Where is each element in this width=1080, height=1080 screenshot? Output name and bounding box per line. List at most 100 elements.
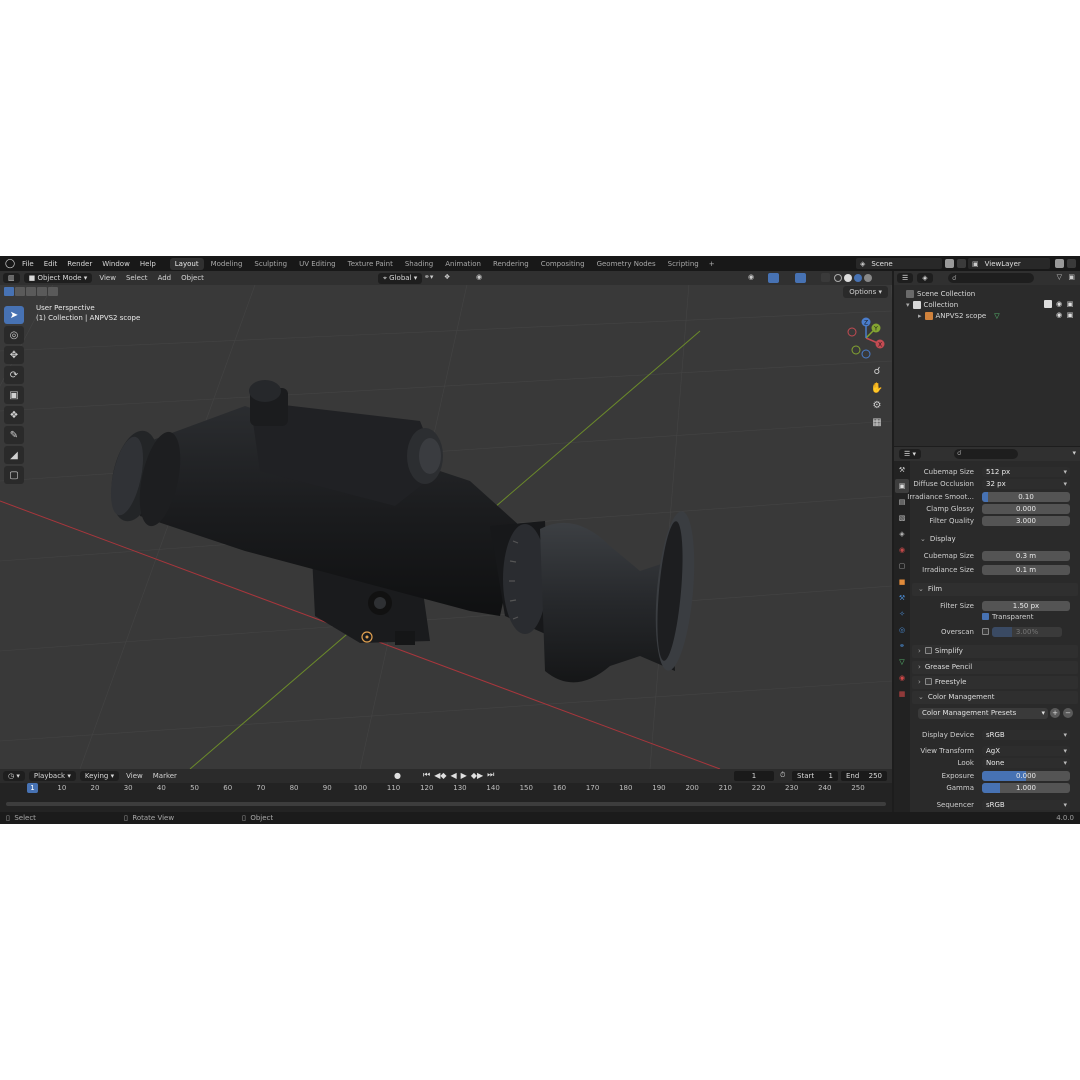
object-camera-icon[interactable]: ▣ — [1066, 311, 1074, 319]
collection-row[interactable]: ▾ Collection ◉ ▣ — [894, 299, 1080, 310]
pan-hand-icon[interactable]: ✋ — [868, 380, 886, 396]
color-management-presets-dropdown[interactable]: Color Management Presets ▾ — [918, 708, 1048, 719]
viewport-menu-object[interactable]: Object — [176, 273, 209, 283]
material-shading-icon[interactable] — [854, 274, 862, 282]
blender-logo-icon[interactable]: ◯ — [3, 256, 17, 271]
filter-icon[interactable]: ▽ — [1057, 273, 1062, 281]
tab-shading[interactable]: Shading — [400, 258, 438, 270]
view-layer-selector[interactable]: ▣ ViewLayer — [968, 258, 1050, 269]
film-panel-header[interactable]: ⌄ Film — [912, 583, 1078, 596]
tab-modeling[interactable]: Modeling — [206, 258, 248, 270]
object-mode-dropdown[interactable]: ■ Object Mode ▾ — [23, 273, 93, 283]
gamma-slider[interactable]: 1.000 — [982, 783, 1070, 793]
play-icon[interactable]: ▶ — [461, 771, 467, 780]
timeline-view-menu[interactable]: View — [121, 771, 148, 781]
display-subpanel-header[interactable]: ⌄ Display — [920, 533, 956, 545]
sequencer-dropdown[interactable]: sRGB ▾ — [982, 800, 1070, 810]
menu-render[interactable]: Render — [62, 260, 97, 268]
exclude-checkbox-icon[interactable] — [1044, 300, 1052, 308]
tab-scripting[interactable]: Scripting — [663, 258, 704, 270]
playback-menu[interactable]: Playback ▾ — [28, 771, 76, 781]
cursor-tool[interactable]: ◎ — [4, 326, 24, 344]
eye-icon[interactable]: ◉ — [1055, 300, 1063, 308]
diffuse-occlusion-dropdown[interactable]: 32 px ▾ — [982, 479, 1070, 489]
xray-icon[interactable] — [820, 273, 831, 284]
new-scene-icon[interactable] — [945, 259, 954, 268]
overscan-checkbox[interactable] — [982, 628, 989, 635]
world-tab-icon[interactable]: ◉ — [895, 543, 909, 557]
modifier-tab-icon[interactable]: ⚒ — [895, 591, 909, 605]
scene-tab-icon[interactable]: ◈ — [895, 527, 909, 541]
properties-options-icon[interactable]: ▾ — [1072, 449, 1076, 457]
camera-render-icon[interactable]: ▣ — [1066, 300, 1074, 308]
play-reverse-icon[interactable]: ◀ — [451, 771, 457, 780]
tool-tab-icon[interactable]: ⚒ — [895, 463, 909, 477]
navigation-gizmo[interactable]: X Y Z — [844, 316, 888, 360]
pivot-icon[interactable]: ⚭▾ — [424, 273, 433, 281]
overscan-field[interactable]: 3.00% — [992, 627, 1062, 637]
add-cube-tool[interactable]: ▢ — [4, 466, 24, 484]
freestyle-panel-header[interactable]: › Freestyle — [912, 676, 1078, 689]
options-button[interactable]: Options ▾ — [843, 286, 888, 298]
viewport-menu-add[interactable]: Add — [153, 273, 177, 283]
display-cubemap-field[interactable]: 0.3 m — [982, 551, 1070, 561]
menu-edit[interactable]: Edit — [39, 260, 63, 268]
render-tab-icon[interactable]: ▣ — [895, 479, 909, 493]
particles-tab-icon[interactable]: ✧ — [895, 607, 909, 621]
select-box-tool[interactable]: ➤ — [4, 306, 24, 324]
properties-editor-type[interactable]: ☰ ▾ — [899, 449, 922, 459]
view-layer-tab-icon[interactable]: ▧ — [895, 511, 909, 525]
record-icon[interactable]: ● — [394, 771, 401, 780]
camera-icon[interactable]: ⚙ — [868, 397, 886, 413]
outliner-search[interactable]: ☌ — [948, 273, 1034, 283]
remove-preset-icon[interactable]: − — [1063, 708, 1073, 718]
add-workspace-button[interactable]: + — [705, 260, 719, 268]
start-frame-field[interactable]: Start 1 — [792, 771, 838, 781]
exposure-slider[interactable]: 0.000 — [982, 771, 1070, 781]
measure-tool[interactable]: ◢ — [4, 446, 24, 464]
object-expand-icon[interactable]: ▸ — [918, 312, 922, 320]
gizmo-toggle-icon[interactable] — [768, 273, 779, 283]
grease-pencil-panel-header[interactable]: › Grease Pencil — [912, 661, 1078, 674]
physics-tab-icon[interactable]: ◎ — [895, 623, 909, 637]
clamp-glossy-field[interactable]: 0.000 — [982, 504, 1070, 514]
display-irradiance-field[interactable]: 0.1 m — [982, 565, 1070, 575]
tab-texture-paint[interactable]: Texture Paint — [343, 258, 398, 270]
end-frame-field[interactable]: End 250 — [841, 771, 887, 781]
grid-view-icon[interactable]: ▦ — [868, 414, 886, 430]
scale-tool[interactable]: ▣ — [4, 386, 24, 404]
tab-layout[interactable]: Layout — [169, 257, 204, 270]
menu-window[interactable]: Window — [97, 260, 135, 268]
filter-quality-field[interactable]: 3.000 — [982, 516, 1070, 526]
tab-uv-editing[interactable]: UV Editing — [294, 258, 341, 270]
move-tool[interactable]: ✥ — [4, 346, 24, 364]
current-frame-field[interactable]: 1 — [734, 771, 774, 781]
tab-geometry-nodes[interactable]: Geometry Nodes — [592, 258, 661, 270]
tab-animation[interactable]: Animation — [440, 258, 486, 270]
object-row[interactable]: ▸ ANPVS2 scope ▽ ◉ ▣ — [894, 310, 1080, 321]
look-dropdown[interactable]: None ▾ — [982, 758, 1070, 768]
select-mode-buttons[interactable] — [4, 287, 59, 296]
visibility-icon[interactable]: ◉ — [748, 273, 754, 281]
transform-orientation-dropdown[interactable]: ⌖ Global ▾ — [378, 273, 423, 284]
properties-search[interactable]: ☌ — [954, 449, 1018, 459]
menu-help[interactable]: Help — [135, 260, 161, 268]
snap-icon[interactable]: ❖ — [444, 273, 450, 281]
object-tab-icon[interactable]: ■ — [895, 575, 909, 589]
stopwatch-icon[interactable]: ⏱ — [780, 771, 785, 780]
zoom-icon[interactable]: ☌ — [868, 363, 886, 379]
viewport-menu-view[interactable]: View — [94, 273, 121, 283]
data-tab-icon[interactable]: ▽ — [895, 655, 909, 669]
timeline-scrollbar[interactable] — [6, 802, 886, 806]
jump-start-icon[interactable]: ⏮ — [423, 770, 430, 780]
wireframe-shading-icon[interactable] — [834, 274, 842, 282]
delete-scene-icon[interactable] — [957, 259, 966, 268]
new-collection-icon[interactable]: ▣ — [1068, 273, 1075, 281]
annotate-tool[interactable]: ✎ — [4, 426, 24, 444]
simplify-panel-header[interactable]: › Simplify — [912, 645, 1078, 658]
material-tab-icon[interactable]: ◉ — [895, 671, 909, 685]
collection-expand-icon[interactable]: ▾ — [906, 301, 910, 309]
menu-file[interactable]: File — [17, 260, 39, 268]
texture-tab-icon[interactable]: ▦ — [895, 687, 909, 701]
timeline-marker-menu[interactable]: Marker — [148, 771, 182, 781]
